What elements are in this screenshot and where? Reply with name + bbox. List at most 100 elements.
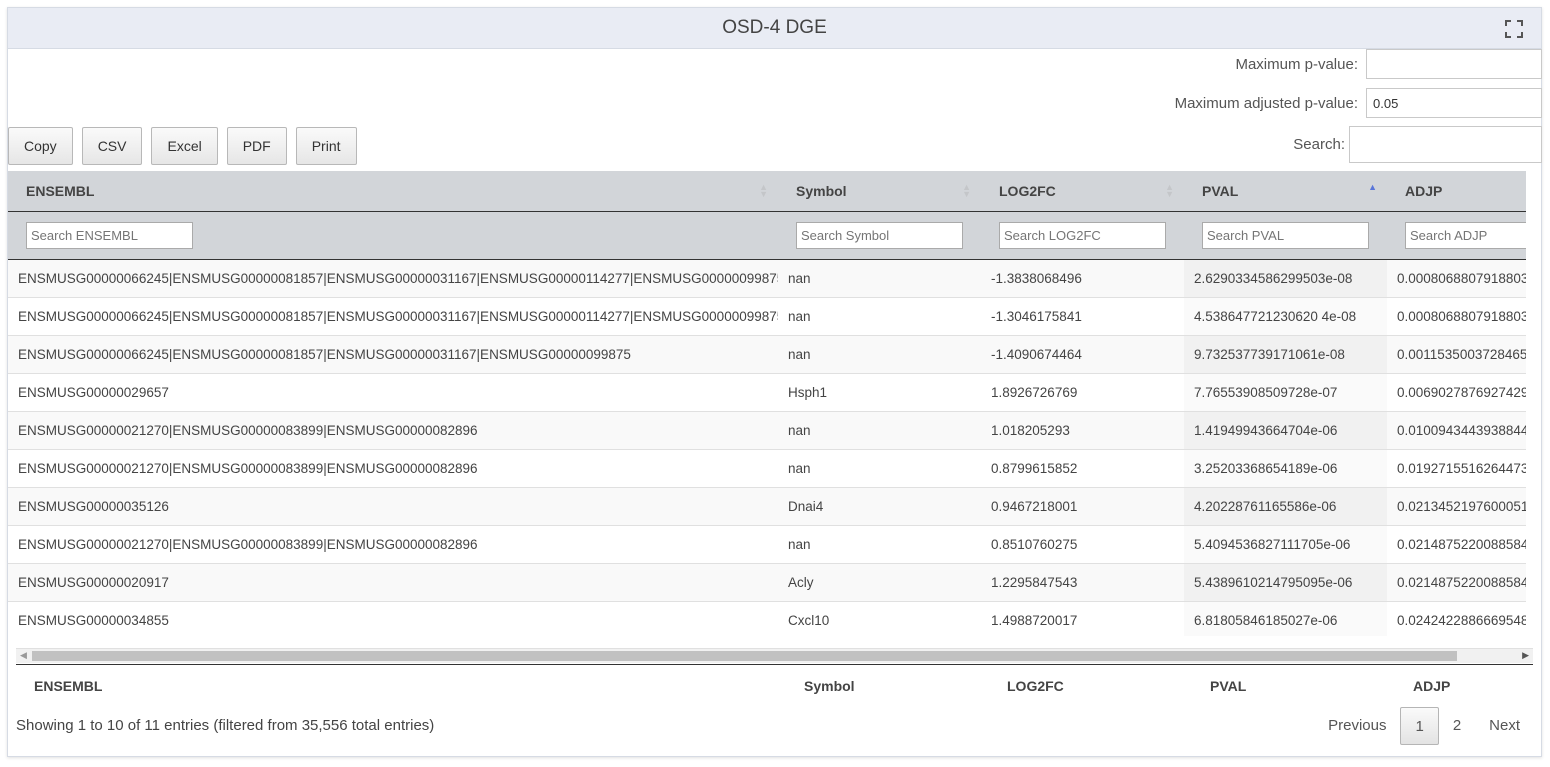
column-header-ensembl[interactable]: ENSEMBL ▲ ▼ [8, 171, 778, 212]
sort-icon: ▲ ▼ [1165, 182, 1174, 199]
cell-adjp: 0.000806880791880325 [1387, 259, 1526, 298]
fullscreen-icon[interactable] [1505, 20, 1523, 38]
max-pvalue-filter: Maximum p-value: [1235, 48, 1542, 80]
footer-ensembl: ENSEMBL [34, 678, 103, 694]
cell-log2fc: -1.3046175841 [981, 297, 1184, 336]
cell-ensembl: ENSMUSG00000021270|ENSMUSG00000083899|EN… [8, 449, 778, 488]
scroll-left-icon[interactable]: ◀ [20, 650, 27, 661]
footer-symbol: Symbol [804, 678, 855, 694]
pval-column-search[interactable] [1202, 222, 1369, 249]
cell-symbol: nan [778, 449, 981, 488]
cell-pval: 5.4094536827111705e-06 [1184, 525, 1387, 564]
cell-ensembl: ENSMUSG00000066245|ENSMUSG00000081857|EN… [8, 297, 778, 336]
max-pvalue-label: Maximum p-value: [1235, 55, 1358, 73]
table-body: ENSMUSG00000066245|ENSMUSG00000081857|EN… [8, 259, 1526, 636]
scroll-right-icon[interactable]: ▶ [1522, 650, 1529, 661]
sort-ascending-icon: ▲▼ [1368, 182, 1377, 192]
table-footer: ENSEMBL Symbol LOG2FC PVAL ADJP [16, 664, 1533, 707]
cell-pval: 4.20228761165586e-06 [1184, 487, 1387, 526]
print-button[interactable]: Print [295, 127, 357, 165]
cell-adjp: 0.0192715516264473 [1387, 449, 1526, 488]
horizontal-scrollbar[interactable]: ◀ ▶ [16, 648, 1533, 663]
cell-log2fc: -1.4090674464 [981, 335, 1184, 374]
page-2-button[interactable]: 2 [1439, 707, 1475, 745]
export-buttons: Copy CSV Excel PDF Print [8, 127, 357, 165]
excel-button[interactable]: Excel [151, 127, 218, 165]
cell-log2fc: -1.3838068496 [981, 259, 1184, 298]
cell-symbol: Acly [778, 563, 981, 602]
panel-title: OSD-4 DGE [722, 17, 827, 38]
global-search: Search: [1293, 126, 1542, 163]
footer-pval: PVAL [1210, 678, 1247, 694]
cell-ensembl: ENSMUSG00000021270|ENSMUSG00000083899|EN… [8, 525, 778, 564]
column-header-pval[interactable]: PVAL▲▼ [1184, 171, 1387, 212]
cell-pval: 7.76553908509728e-07 [1184, 373, 1387, 412]
next-page-button[interactable]: Next [1475, 707, 1534, 745]
max-adjp-filter: Maximum adjusted p-value: [1175, 87, 1542, 119]
column-header-adjp[interactable]: ADJP [1387, 171, 1526, 212]
copy-button[interactable]: Copy [8, 127, 73, 165]
table-info: Showing 1 to 10 of 11 entries (filtered … [16, 717, 435, 734]
cell-log2fc: 0.8510760275 [981, 525, 1184, 564]
adjp-column-search[interactable] [1405, 222, 1526, 249]
cell-adjp: 0.00690278769274295 [1387, 373, 1526, 412]
cell-ensembl: ENSMUSG00000066245|ENSMUSG00000081857|EN… [8, 335, 778, 374]
cell-ensembl: ENSMUSG00000020917 [8, 563, 778, 602]
sort-icon: ▲ ▼ [759, 182, 768, 199]
cell-log2fc: 1.018205293 [981, 411, 1184, 450]
pdf-button[interactable]: PDF [226, 127, 287, 165]
cell-pval: 3.25203368654189e-06 [1184, 449, 1387, 488]
cell-pval: 4.538647721230620 4e-08 [1184, 297, 1387, 336]
cell-ensembl: ENSMUSG00000066245|ENSMUSG00000081857|EN… [8, 259, 778, 298]
table-row: ENSMUSG00000035126 Dnai4 0.9467218001 4.202… [8, 487, 1526, 526]
table-row: ENSMUSG00000021270|ENSMUSG00000083899|EN… [8, 525, 1526, 564]
scrollbar-thumb[interactable] [32, 651, 1457, 661]
table-row: ENSMUSG00000034855 Cxcl10 1.4988720017 6.81… [8, 601, 1526, 636]
table-row: ENSMUSG00000020917 Acly 1.2295847543 5.4389… [8, 563, 1526, 602]
cell-ensembl: ENSMUSG00000029657 [8, 373, 778, 412]
previous-page-button[interactable]: Previous [1314, 707, 1400, 745]
panel-header: OSD-4 DGE [8, 8, 1541, 49]
cell-log2fc: 1.4988720017 [981, 601, 1184, 636]
column-header-symbol[interactable]: Symbol ▲ ▼ [778, 171, 981, 212]
cell-symbol: Cxcl10 [778, 601, 981, 636]
cell-ensembl: ENSMUSG00000021270|ENSMUSG00000083899|EN… [8, 411, 778, 450]
cell-pval: 1.41949943664704e-06 [1184, 411, 1387, 450]
cell-adjp: 0.0213452197600051 [1387, 487, 1526, 526]
cell-pval: 6.81805846185027e-06 [1184, 601, 1387, 636]
table-row: ENSMUSG00000066245|ENSMUSG00000081857|EN… [8, 297, 1526, 336]
table-row: ENSMUSG00000066245|ENSMUSG00000081857|EN… [8, 335, 1526, 374]
cell-log2fc: 1.2295847543 [981, 563, 1184, 602]
symbol-column-search[interactable] [796, 222, 963, 249]
table-row: ENSMUSG00000066245|ENSMUSG00000081857|EN… [8, 259, 1526, 298]
cell-pval: 9.732537739171061e-08 [1184, 335, 1387, 374]
cell-symbol: nan [778, 335, 981, 374]
max-adjp-input[interactable] [1366, 88, 1542, 118]
cell-symbol: Dnai4 [778, 487, 981, 526]
max-pvalue-input[interactable] [1366, 49, 1542, 79]
column-header-log2fc[interactable]: LOG2FC ▲ ▼ [981, 171, 1184, 212]
cell-symbol: nan [778, 525, 981, 564]
cell-ensembl: ENSMUSG00000035126 [8, 487, 778, 526]
sort-icon: ▲ ▼ [962, 182, 971, 199]
cell-log2fc: 1.8926726769 [981, 373, 1184, 412]
ensembl-column-search[interactable] [26, 222, 193, 249]
cell-adjp: 0.000806880791880325 [1387, 297, 1526, 336]
search-input[interactable] [1349, 126, 1542, 163]
data-table-wrapper: ENSEMBL▲▼ Symbol▲▼ LOG2FC▲▼ PVAL▲▼ ADJP … [8, 171, 1526, 636]
max-adjp-label: Maximum adjusted p-value: [1174, 94, 1358, 112]
cell-ensembl: ENSMUSG00000034855 [8, 601, 778, 636]
dge-table: ENSEMBL▲▼ Symbol▲▼ LOG2FC▲▼ PVAL▲▼ ADJP … [8, 171, 1526, 636]
log2fc-column-search[interactable] [999, 222, 1166, 249]
csv-button[interactable]: CSV [81, 127, 143, 165]
cell-adjp: 0.0214875220088584 [1387, 563, 1526, 602]
cell-log2fc: 0.9467218001 [981, 487, 1184, 526]
cell-symbol: nan [778, 297, 981, 336]
page-1-button[interactable]: 1 [1400, 707, 1439, 745]
cell-symbol: Hsph1 [778, 373, 981, 412]
cell-symbol: nan [778, 411, 981, 450]
cell-pval: 5.4389610214795095e-06 [1184, 563, 1387, 602]
cell-log2fc: 0.8799615852 [981, 449, 1184, 488]
table-row: ENSMUSG00000029657 Hsph1 1.8926726769 7.765… [8, 373, 1526, 412]
pagination: Previous 1 2 Next [1314, 707, 1534, 745]
